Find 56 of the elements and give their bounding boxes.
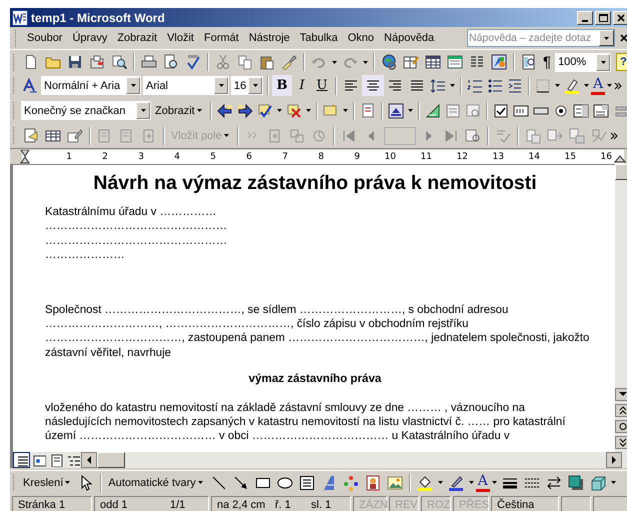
ruler-number: 10 — [384, 152, 396, 162]
cursor-position: na 2,4 cm — [217, 498, 266, 510]
window-title: temp1 - Microsoft Word — [31, 10, 166, 24]
menu-item[interactable]: Zobrazit — [112, 30, 162, 46]
body-paragraph: Společnost ………………………………, se sídlem ………………………, s obchodní adresou …………………………, ……………………………, číslo zápisu v obchodním rejstříku ………………………………, zastoupená panem ………………………………, jednatelem společnosti, jakožto zástavní věřitel, navrhuje — [45, 302, 590, 360]
menu-item[interactable]: Soubor — [22, 30, 68, 46]
menu-item[interactable]: Úpravy — [67, 30, 112, 46]
help-button[interactable]: ? — [616, 53, 627, 71]
section-heading: výmaz zástavního práva — [248, 372, 382, 387]
ruler-number: 13 — [492, 152, 504, 162]
bold-button[interactable]: B — [272, 75, 292, 96]
display-dropdown[interactable]: Konečný se značkan — [21, 101, 151, 120]
font-color-button[interactable]: A — [476, 474, 490, 492]
menu-item[interactable]: Okno — [342, 30, 380, 46]
ruler-number: 8 — [317, 152, 324, 162]
style-dropdown[interactable]: Normální + Aria — [41, 76, 141, 95]
body-paragraph: vloženého do katastru nemovitostí na základě zástavní smlouvy ze dne ……… , váznoucího na následujících nemovitostech zapsaných v katastru nemovitostí na listu vlastnictví č. …… pro katastrální území ……………………………… v obci ……………………………… u Katastrálního úřadu v — [45, 400, 566, 444]
section-number: odd 1 — [100, 498, 129, 510]
column-number: sl. 1 — [311, 498, 332, 510]
ruler-number: 15 — [564, 152, 576, 162]
menu-item[interactable]: Nápověda — [379, 30, 440, 46]
ruler-number: 5 — [209, 152, 216, 162]
line-number: ř. 1 — [275, 498, 292, 510]
font-size-dropdown[interactable]: 16 — [231, 76, 263, 95]
ruler-number: 3 — [137, 152, 144, 162]
document-title: Návrh na výmaz zástavního práva k nemovitosti — [92, 172, 538, 195]
drawing-menu-button[interactable]: Kreslení — [20, 472, 76, 494]
ruler-number: 11 — [420, 152, 432, 162]
ruler-number: 1 — [65, 152, 72, 162]
address-text: Katastrálnímu úřadu v …………… ………………………………………… ………………………………………… ………………… — [45, 205, 228, 263]
autoshapes-menu-button[interactable]: Automatické tvary — [105, 472, 208, 494]
zoom-dropdown[interactable]: 100% — [555, 52, 612, 72]
ruler-number: 9 — [353, 152, 360, 162]
mode-indicator: PŘES — [453, 496, 489, 511]
ruler-number: 14 — [528, 152, 540, 162]
font-color-button[interactable]: A — [591, 76, 606, 94]
language-indicator: Čeština — [491, 496, 559, 511]
menu-item[interactable]: Vložit — [162, 30, 199, 46]
page-count: 1/1 — [170, 498, 186, 510]
menu-item[interactable]: Formát — [198, 30, 244, 46]
underline-button[interactable]: U — [312, 75, 332, 96]
mode-indicator: ZÁZN — [353, 496, 387, 511]
menu-item[interactable]: Nástroje — [244, 30, 295, 46]
ruler-number: 4 — [173, 152, 180, 162]
page-number: Stránka 1 — [12, 496, 92, 511]
pilcrow-button[interactable]: ¶ — [540, 51, 554, 73]
italic-button[interactable]: I — [292, 75, 312, 96]
ruler-number: 16 — [600, 152, 612, 162]
ruler-number: 7 — [281, 152, 288, 162]
help-search-field[interactable]: Nápověda – zadejte dotaz — [467, 29, 615, 47]
menu-item[interactable]: Tabulka — [294, 30, 343, 46]
ruler-number: 6 — [245, 152, 252, 162]
ruler-number: 12 — [456, 152, 468, 162]
show-menu-button[interactable]: Zobrazit — [152, 100, 207, 122]
ruler-number: 2 — [101, 152, 108, 162]
font-dropdown[interactable]: Arial — [143, 76, 229, 95]
